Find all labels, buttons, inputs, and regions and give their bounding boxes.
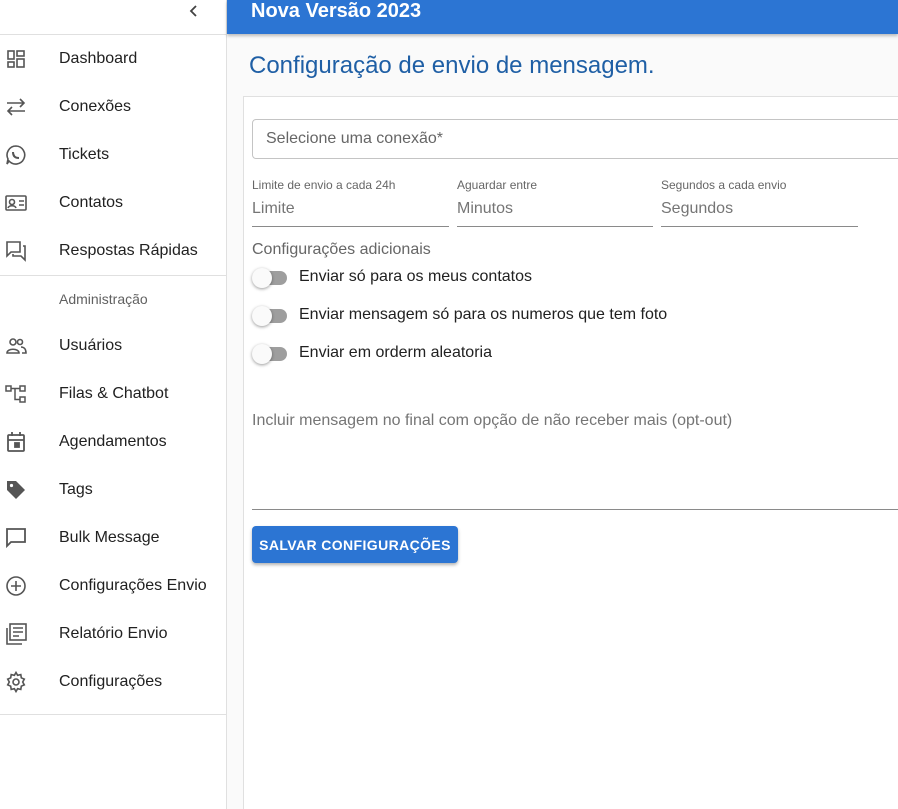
wait-minutes-field-placeholder: Minutos [457, 200, 514, 217]
wait-minutes-field-label: Aguardar entre [457, 178, 538, 192]
app-bar: Nova Versão 2023 [227, 0, 898, 34]
sidebar-item-label: Usuários [59, 337, 123, 354]
sidebar-item-label: Conexões [59, 98, 132, 115]
sidebar-item-label: Configurações Envio [59, 577, 207, 594]
chevron-left-icon [189, 5, 197, 17]
sidebar-item-relatorio-envio[interactable]: Relatório Envio [0, 610, 226, 658]
seconds-field-label: Segundos a cada envio [661, 178, 787, 192]
switch-thumb [252, 306, 272, 326]
gear-icon [4, 670, 28, 694]
switch-label: Enviar só para os meus contatos [299, 268, 533, 285]
quick-reply-icon [4, 239, 28, 263]
sidebar-item-contatos[interactable]: Contatos [0, 179, 226, 227]
sidebar-item-label: Tickets [59, 146, 110, 163]
switch-thumb [252, 268, 272, 288]
additional-settings-label: Configurações adicionais [252, 241, 431, 258]
limit-field[interactable]: Limite de envio a cada 24h Limite [252, 178, 449, 227]
switch-label: Enviar mensagem só para os numeros que t… [299, 306, 668, 323]
sidebar-item-label: Agendamentos [59, 433, 167, 450]
switch-row-photo-only: Enviar mensagem só para os numeros que t… [252, 304, 667, 328]
my-contacts-toggle[interactable] [252, 266, 288, 290]
sidebar-item-label: Filas & Chatbot [59, 385, 169, 402]
connection-select-placeholder: Selecione uma conexão* [266, 130, 444, 147]
admin-section-header: Administração [59, 291, 148, 307]
switch-label: Enviar em orderm aleatoria [299, 344, 492, 361]
sidebar-header [0, 0, 226, 35]
seconds-field-placeholder: Segundos [661, 200, 734, 217]
sync-arrows-icon [4, 95, 28, 119]
wait-minutes-field[interactable]: Aguardar entre Minutos [457, 178, 653, 227]
app-root: Dashboard Conexões Tickets Contatos Resp… [0, 0, 898, 809]
sidebar-item-tags[interactable]: Tags [0, 466, 226, 514]
tree-icon [4, 382, 28, 406]
dashboard-icon [4, 47, 28, 71]
sidebar-divider [0, 714, 226, 715]
switch-thumb [252, 344, 272, 364]
sidebar-item-label: Dashboard [59, 50, 138, 67]
calendar-icon [4, 430, 28, 454]
sidebar-item-bulk-message[interactable]: Bulk Message [0, 514, 226, 562]
sidebar-item-usuarios[interactable]: Usuários [0, 322, 226, 370]
report-icon [4, 622, 28, 646]
sidebar-item-agendamentos[interactable]: Agendamentos [0, 418, 226, 466]
switch-row-my-contacts: Enviar só para os meus contatos [252, 266, 532, 290]
sidebar-item-respostas-rapidas[interactable]: Respostas Rápidas [0, 227, 226, 275]
people-icon [4, 334, 28, 358]
page-title: Configuração de envio de mensagem. [249, 52, 655, 79]
sidebar-item-configuracoes-envio[interactable]: Configurações Envio [0, 562, 226, 610]
sidebar-item-tickets[interactable]: Tickets [0, 131, 226, 179]
optout-message-field[interactable]: Incluir mensagem no final com opção de n… [252, 410, 898, 510]
random-order-toggle[interactable] [252, 342, 288, 366]
sidebar-item-label: Configurações [59, 673, 163, 690]
sidebar-item-label: Contatos [59, 194, 124, 211]
optout-message-placeholder: Incluir mensagem no final com opção de n… [252, 412, 733, 429]
switch-row-random-order: Enviar em orderm aleatoria [252, 342, 492, 366]
sidebar: Dashboard Conexões Tickets Contatos Resp… [0, 0, 227, 809]
photo-only-toggle[interactable] [252, 304, 288, 328]
sidebar-item-label: Relatório Envio [59, 625, 168, 642]
sidebar-item-label: Tags [59, 481, 93, 498]
limit-field-placeholder: Limite [252, 200, 295, 217]
seconds-field[interactable]: Segundos a cada envio Segundos [661, 178, 858, 227]
chat-bubble-icon [4, 526, 28, 550]
sidebar-item-filas-chatbot[interactable]: Filas & Chatbot [0, 370, 226, 418]
sidebar-item-configuracoes[interactable]: Configurações [0, 658, 226, 706]
app-title: Nova Versão 2023 [251, 0, 422, 22]
collapse-sidebar-button[interactable] [184, 0, 204, 22]
save-settings-button[interactable]: SALVAR CONFIGURAÇÕES [252, 526, 458, 563]
sidebar-item-label: Bulk Message [59, 529, 160, 546]
sidebar-item-dashboard[interactable]: Dashboard [0, 35, 226, 83]
whatsapp-icon [4, 143, 28, 167]
sidebar-item-label: Respostas Rápidas [59, 242, 198, 259]
tag-icon [4, 478, 28, 502]
limit-field-label: Limite de envio a cada 24h [252, 178, 396, 192]
contact-card-icon [4, 191, 28, 215]
sidebar-item-conexoes[interactable]: Conexões [0, 83, 226, 131]
connection-select[interactable]: Selecione uma conexão* [252, 119, 898, 159]
add-circle-icon [4, 574, 28, 598]
